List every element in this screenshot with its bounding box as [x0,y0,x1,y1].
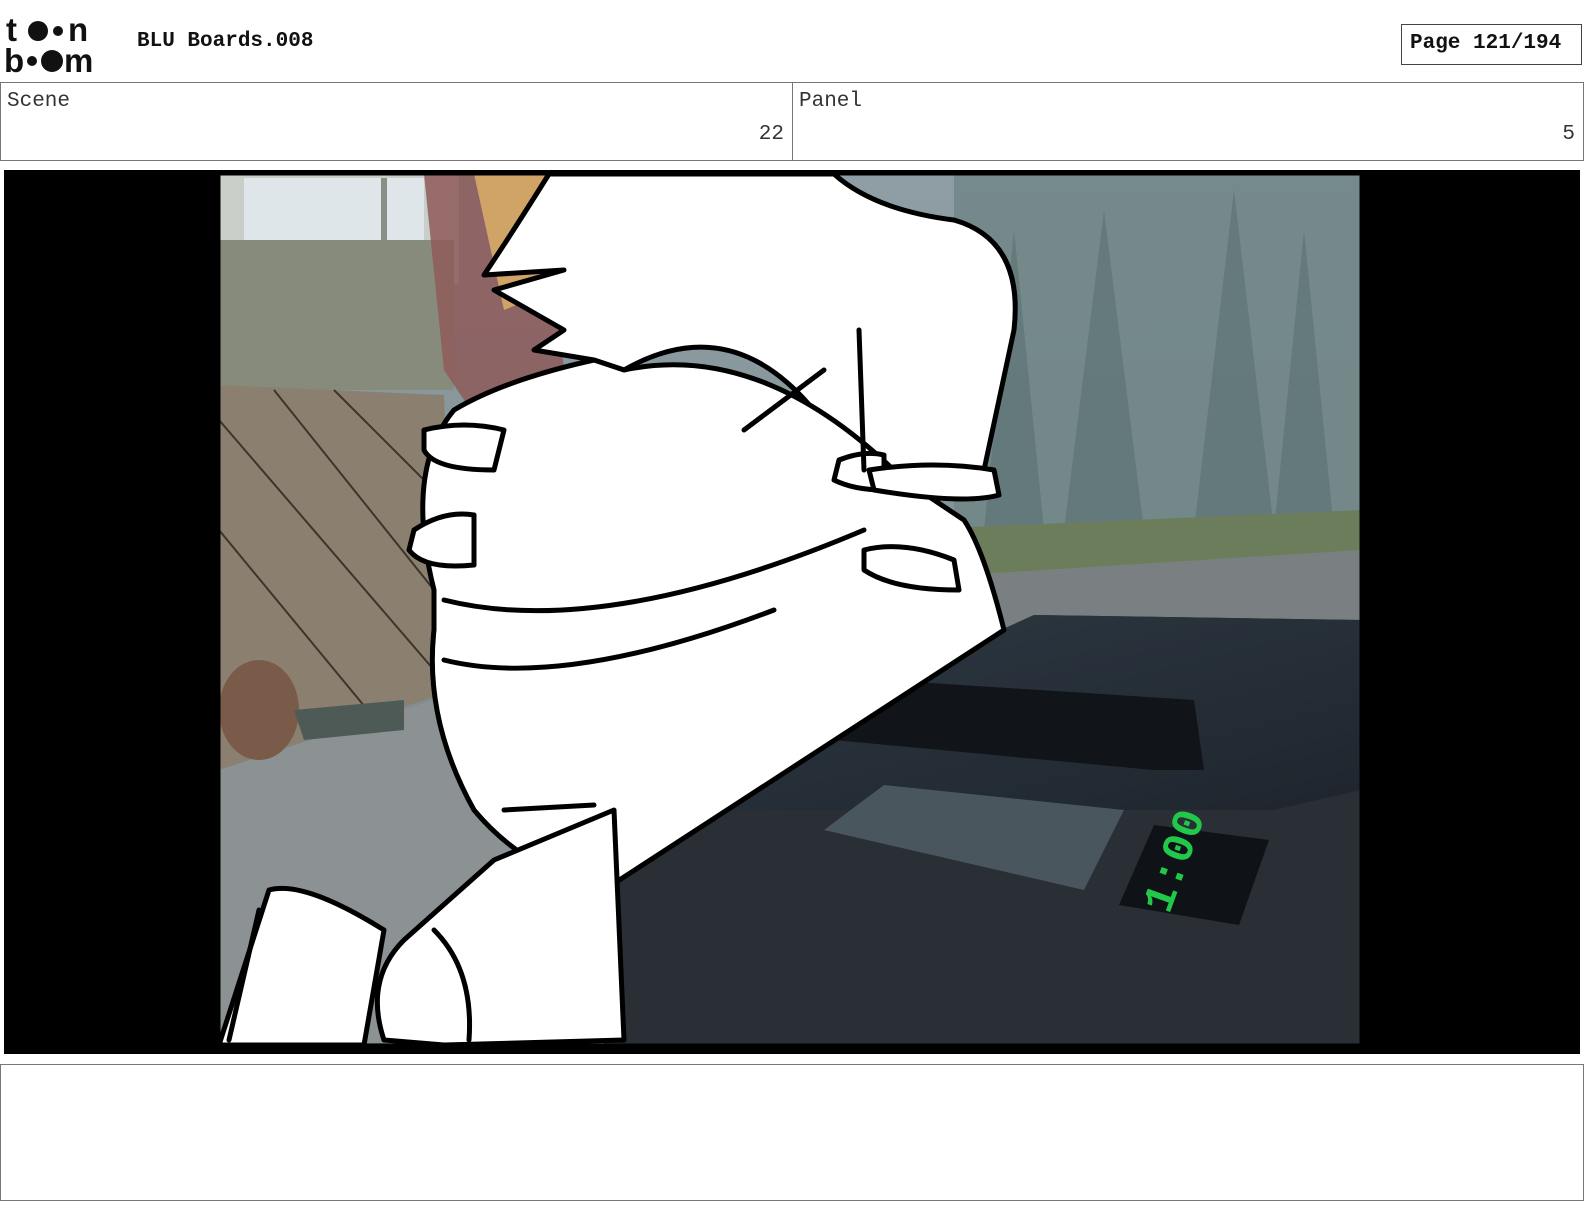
toon-boom-logo: t n b m [4,14,93,76]
page-indicator: Page 121/194 [1410,32,1562,55]
scene-panel-row: Scene 22 Panel 5 [0,82,1584,161]
scene-number: 22 [758,123,784,146]
storyboard-frame: 1:00 [4,170,1580,1054]
page-indicator-box: Page 121/194 [1401,24,1582,65]
panel-number: 5 [1562,123,1575,146]
svg-text:b: b [4,42,24,76]
panel-notes-box [0,1064,1584,1201]
panel-label: Panel [799,90,863,113]
storyboard-artwork: 1:00 [216,171,1363,1048]
scene-label: Scene [7,90,71,113]
document-title: BLU Boards.008 [137,30,314,53]
svg-text:m: m [64,42,93,76]
scene-cell: Scene 22 [1,83,793,160]
panel-cell: Panel 5 [793,83,1583,160]
